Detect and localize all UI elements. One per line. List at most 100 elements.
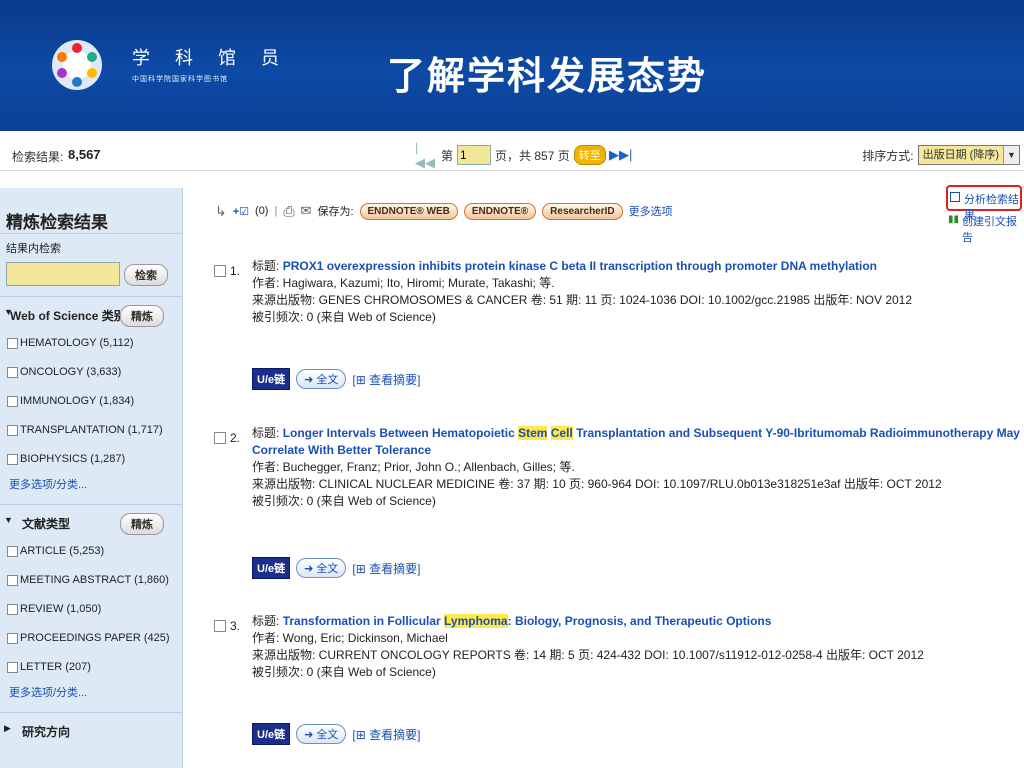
checkbox[interactable]: [7, 425, 18, 436]
refine-button[interactable]: 精炼: [120, 513, 164, 535]
add-mark-icon[interactable]: +☑: [233, 205, 249, 218]
result-cited: 被引频次: 0 (来自 Web of Science): [252, 310, 436, 324]
result-number: 3.: [214, 619, 240, 633]
title-label: 标题:: [252, 259, 280, 273]
ulink-button[interactable]: U/e链: [252, 723, 291, 745]
doc-type-heading: 文献类型: [22, 517, 71, 531]
checkbox[interactable]: [7, 633, 18, 644]
result-checkbox[interactable]: [214, 620, 226, 632]
citation-report-link[interactable]: ▮▮ 创建引文报告: [946, 213, 1024, 245]
checkbox[interactable]: [7, 662, 18, 673]
view-abstract-link[interactable]: [⊞ 查看摘要]: [352, 726, 420, 743]
bar-chart-icon: ▮▮: [948, 214, 960, 225]
view-abstract-link[interactable]: [⊞ 查看摘要]: [352, 371, 420, 388]
email-icon[interactable]: ✉: [301, 203, 312, 219]
view-abstract-link[interactable]: [⊞ 查看摘要]: [352, 560, 420, 577]
wos-option[interactable]: IMMUNOLOGY (1,834): [0, 387, 182, 416]
wos-option[interactable]: HEMATOLOGY (5,112): [0, 329, 182, 358]
page-prefix: 第: [441, 148, 454, 163]
highlight-term: Stem: [518, 426, 548, 440]
checkbox[interactable]: [7, 604, 18, 615]
result-checkbox[interactable]: [214, 432, 226, 444]
fulltext-button[interactable]: ➜ 全文: [296, 369, 347, 389]
result-authors: 作者: Buchegger, Franz; Prior, John O.; Al…: [252, 460, 575, 474]
doc-option[interactable]: LETTER (207): [0, 653, 182, 682]
doc-type-section: ▼ 文献类型 精炼 ARTICLE (5,253) MEETING ABSTRA…: [0, 504, 182, 712]
sort-control: 排序方式: 出版日期 (降序) ▼: [862, 145, 1020, 165]
search-button[interactable]: 检索: [124, 264, 168, 286]
divider: |: [274, 205, 278, 217]
refine-sidebar: 精炼检索结果 结果内检索 检索 ▼ Web of Science 类别 精炼 H…: [0, 188, 183, 768]
analyze-results-link[interactable]: 分析检索结果: [946, 185, 1022, 222]
result-source: 来源出版物: CURRENT ONCOLOGY REPORTS 卷: 14 期:…: [252, 648, 924, 662]
result-number: 1.: [214, 264, 240, 278]
endnote-web-button[interactable]: ENDNOTE® WEB: [359, 202, 458, 220]
first-page-icon[interactable]: |◀◀: [415, 140, 437, 170]
refine-button[interactable]: 精炼: [120, 305, 164, 327]
chevron-down-icon[interactable]: ▼: [1003, 146, 1019, 164]
wos-category-header[interactable]: ▼ Web of Science 类别 精炼: [0, 297, 182, 329]
result-links: U/e链 ➜ 全文 [⊞ 查看摘要]: [252, 723, 420, 745]
sort-value: 出版日期 (降序): [918, 146, 1003, 164]
checkbox[interactable]: [7, 367, 18, 378]
checkbox[interactable]: [7, 338, 18, 349]
doc-option[interactable]: REVIEW (1,050): [0, 595, 182, 624]
sort-select[interactable]: 出版日期 (降序) ▼: [917, 145, 1020, 165]
ulink-button[interactable]: U/e链: [252, 557, 291, 579]
result-title-link[interactable]: Longer Intervals Between Hematopoietic S…: [252, 426, 1020, 457]
checkbox[interactable]: [7, 454, 18, 465]
result-index: 1.: [230, 264, 241, 278]
header-banner: 学 科 馆 员 中国科学院国家科学图书馆 了解学科发展态势: [0, 0, 1024, 131]
title-text: PROX1 overexpression inhibits protein ki…: [282, 259, 878, 273]
research-area-heading: 研究方向: [22, 725, 71, 739]
doc-option[interactable]: MEETING ABSTRACT (1,860): [0, 566, 182, 595]
option-label: REVIEW (1,050): [20, 603, 102, 615]
title-text: : Biology, Prognosis, and Therapeutic Op…: [507, 614, 772, 628]
result-number: 2.: [214, 431, 240, 445]
result-body: 标题: Transformation in Follicular Lymphom…: [252, 613, 1022, 681]
print-icon[interactable]: ⎙: [283, 203, 294, 220]
result-checkbox[interactable]: [214, 265, 226, 277]
result-item: 3. 标题: Transformation in Follicular Lymp…: [214, 613, 1024, 753]
option-label: BIOPHYSICS (1,287): [20, 453, 126, 465]
researcherid-button[interactable]: ResearcherID: [542, 202, 623, 220]
result-title-link[interactable]: PROX1 overexpression inhibits protein ki…: [283, 259, 877, 273]
result-item: 1. 标题: PROX1 overexpression inhibits pro…: [214, 258, 1024, 390]
result-source: 来源出版物: CLINICAL NUCLEAR MEDICINE 卷: 37 期…: [252, 477, 942, 491]
highlight-term: Lymphoma: [444, 614, 508, 628]
doc-type-header[interactable]: ▼ 文献类型 精炼: [0, 505, 182, 537]
more-options-link[interactable]: 更多选项: [629, 203, 673, 219]
result-title-link[interactable]: Transformation in Follicular Lymphoma: B…: [283, 614, 772, 628]
checkbox[interactable]: [7, 575, 18, 586]
checkbox[interactable]: [7, 546, 18, 557]
wos-option[interactable]: BIOPHYSICS (1,287): [0, 445, 182, 474]
result-authors: 作者: Hagiwara, Kazumi; Ito, Hiromi; Murat…: [252, 276, 555, 290]
goto-button[interactable]: 转至: [573, 145, 606, 165]
result-source: 来源出版物: GENES CHROMOSOMES & CANCER 卷: 51 …: [252, 293, 913, 307]
page-input[interactable]: [457, 145, 492, 165]
wos-option[interactable]: TRANSPLANTATION (1,717): [0, 416, 182, 445]
within-search-input[interactable]: [6, 262, 120, 286]
fulltext-button[interactable]: ➜ 全文: [296, 558, 347, 578]
wos-option[interactable]: ONCOLOGY (3,633): [0, 358, 182, 387]
result-index: 2.: [230, 431, 241, 445]
doc-option[interactable]: ARTICLE (5,253): [0, 537, 182, 566]
option-label: TRANSPLANTATION (1,717): [20, 424, 163, 436]
result-links: U/e链 ➜ 全文 [⊞ 查看摘要]: [252, 368, 420, 390]
research-area-header[interactable]: ▶ 研究方向: [0, 713, 182, 745]
endnote-button[interactable]: ENDNOTE®: [463, 202, 537, 220]
option-label: MEETING ABSTRACT (1,860): [20, 574, 169, 586]
next-page-icon[interactable]: ▶▶|: [609, 147, 632, 163]
more-options-link[interactable]: 更多选项/分类...: [9, 476, 87, 492]
highlight-term: Cell: [550, 426, 573, 440]
fulltext-button[interactable]: ➜ 全文: [296, 724, 347, 744]
ulink-button[interactable]: U/e链: [252, 368, 291, 390]
more-options-link[interactable]: 更多选项/分类...: [9, 684, 87, 700]
doc-option[interactable]: PROCEEDINGS PAPER (425): [0, 624, 182, 653]
triangle-right-icon: ▶: [4, 723, 11, 733]
result-item: 2. 标题: Longer Intervals Between Hematopo…: [214, 425, 1024, 585]
sidebar-title: 精炼检索结果: [0, 188, 182, 234]
title-label: 标题:: [252, 614, 280, 628]
checkbox[interactable]: [7, 396, 18, 407]
title-label: 标题:: [252, 426, 280, 440]
